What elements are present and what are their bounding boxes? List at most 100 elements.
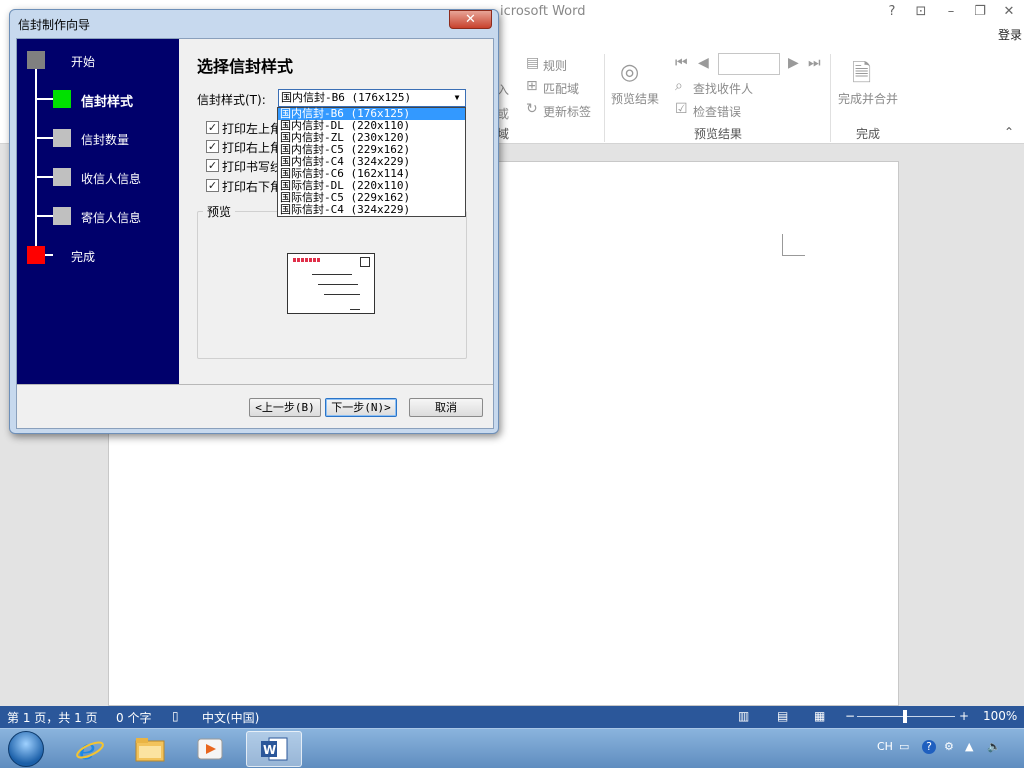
collapse-ribbon-icon[interactable]: ⌃ bbox=[1004, 125, 1014, 139]
step-label-quantity: 信封数量 bbox=[81, 133, 130, 147]
minimize-button[interactable]: – bbox=[940, 3, 962, 21]
previous-record-icon[interactable]: ◀ bbox=[698, 55, 709, 71]
match-fields-button[interactable]: 匹配域 bbox=[543, 80, 579, 97]
step-marker-start bbox=[27, 51, 45, 69]
step-marker-finish bbox=[27, 246, 45, 264]
step-marker-style bbox=[53, 90, 71, 108]
ime-indicator[interactable]: CH bbox=[877, 740, 893, 753]
internet-explorer-icon: e bbox=[76, 734, 104, 764]
envelope-style-dropdown-list: 国内信封-B6 (176x125) 国内信封-DL (220x110) 国内信封… bbox=[277, 107, 466, 217]
language-indicator[interactable]: 中文(中国) bbox=[202, 709, 259, 726]
address-line bbox=[318, 284, 358, 285]
update-labels-button[interactable]: 更新标签 bbox=[543, 103, 591, 120]
step-label-sender: 寄信人信息 bbox=[81, 211, 142, 225]
taskbar-word[interactable]: W bbox=[246, 731, 302, 767]
svg-text:W: W bbox=[263, 743, 276, 757]
settings-icon[interactable]: ⚙ bbox=[944, 740, 954, 753]
print-writing-lines-label[interactable]: 打印书写线 bbox=[222, 158, 282, 175]
print-bottom-right-label[interactable]: 打印右下角 bbox=[222, 178, 282, 195]
page-count[interactable]: 第 1 页，共 1 页 bbox=[7, 709, 98, 726]
ribbon-display-options-button[interactable]: ⊡ bbox=[910, 3, 932, 21]
envelope-style-select[interactable]: 国内信封-B6 (176x125) ▼ bbox=[278, 89, 466, 107]
update-labels-icon: ↻ bbox=[526, 101, 538, 117]
print-layout-icon[interactable]: ▤ bbox=[777, 709, 788, 723]
preview-results-button[interactable]: 预览结果 bbox=[611, 90, 659, 107]
folder-icon bbox=[135, 738, 165, 762]
word-window-title: icrosoft Word bbox=[500, 4, 586, 19]
word-icon: W bbox=[261, 737, 288, 761]
last-record-icon[interactable]: ⏭ bbox=[808, 55, 821, 71]
find-recipient-icon: ⌕ bbox=[675, 78, 683, 94]
envelope-style-value: 国内信封-B6 (176x125) bbox=[281, 91, 412, 104]
volume-icon[interactable]: 🔈 bbox=[987, 740, 1001, 753]
print-top-left-checkbox[interactable]: ✓ bbox=[206, 121, 219, 134]
step-label-recipient: 收信人信息 bbox=[81, 172, 142, 186]
address-line bbox=[312, 274, 352, 275]
step-marker-sender bbox=[53, 207, 71, 225]
zoom-in-button[interactable]: + bbox=[959, 709, 969, 723]
next-record-icon[interactable]: ▶ bbox=[788, 55, 799, 71]
chevron-down-icon[interactable]: ▼ bbox=[449, 90, 465, 106]
step-branch bbox=[36, 176, 53, 178]
dialog-close-button[interactable]: ✕ bbox=[449, 10, 492, 29]
keyboard-icon[interactable]: ▭ bbox=[899, 740, 909, 753]
ribbon-group-preview: 预览结果 bbox=[694, 127, 743, 141]
match-fields-icon: ⊞ bbox=[526, 78, 538, 94]
zoom-level[interactable]: 100% bbox=[983, 709, 1017, 723]
next-button[interactable]: 下一步(N)> bbox=[325, 398, 397, 417]
dialog-separator bbox=[17, 384, 493, 385]
cancel-button[interactable]: 取消 bbox=[409, 398, 483, 417]
dialog-title: 信封制作向导 bbox=[18, 18, 91, 32]
taskbar-explorer[interactable] bbox=[122, 731, 178, 767]
ribbon-separator bbox=[830, 54, 831, 142]
proofing-icon[interactable]: ▯ bbox=[172, 709, 179, 723]
statusbar: 第 1 页，共 1 页 0 个字 ▯ 中文(中国) ▥ ▤ ▦ − + 100% bbox=[0, 706, 1024, 728]
postal-code-boxes bbox=[293, 258, 321, 262]
dropdown-option[interactable]: 国际信封-C4 (324x229) bbox=[278, 204, 465, 216]
start-button[interactable] bbox=[8, 731, 44, 767]
login-link[interactable]: 登录 bbox=[998, 26, 1022, 43]
preview-results-icon: ◎ bbox=[620, 60, 640, 85]
print-writing-lines-checkbox[interactable]: ✓ bbox=[206, 159, 219, 172]
preview-label: 预览 bbox=[203, 203, 236, 220]
check-errors-button[interactable]: 检查错误 bbox=[693, 103, 741, 120]
steps-connector-line bbox=[35, 59, 37, 255]
first-record-icon[interactable]: ⏮ bbox=[675, 55, 688, 71]
web-layout-icon[interactable]: ▦ bbox=[814, 709, 825, 723]
zoom-out-button[interactable]: − bbox=[845, 709, 855, 723]
print-bottom-right-checkbox[interactable]: ✓ bbox=[206, 179, 219, 192]
step-marker-recipient bbox=[53, 168, 71, 186]
close-button[interactable]: ✕ bbox=[998, 3, 1020, 21]
address-line bbox=[350, 309, 360, 310]
taskbar-ie[interactable]: e bbox=[62, 731, 118, 767]
help-button[interactable]: ? bbox=[881, 3, 903, 21]
margin-mark bbox=[782, 234, 805, 256]
read-mode-icon[interactable]: ▥ bbox=[738, 709, 749, 723]
zoom-slider-thumb[interactable] bbox=[903, 710, 907, 723]
maximize-button[interactable]: ❐ bbox=[969, 3, 991, 21]
ribbon-separator bbox=[604, 54, 605, 142]
back-button[interactable]: <上一步(B) bbox=[249, 398, 321, 417]
record-number-input[interactable] bbox=[718, 53, 780, 75]
envelope-style-label: 信封样式(T): bbox=[197, 93, 266, 107]
taskbar: e W CH ▭ ? ⚙ ▲ 🔈 bbox=[0, 728, 1024, 768]
print-top-right-label[interactable]: 打印右上角 bbox=[222, 139, 282, 156]
taskbar-media-player[interactable] bbox=[182, 731, 238, 767]
check-errors-icon: ☑ bbox=[675, 101, 688, 117]
media-player-icon bbox=[197, 738, 223, 760]
step-branch bbox=[36, 98, 53, 100]
show-hidden-icons-icon[interactable]: ▲ bbox=[965, 740, 973, 753]
ribbon-group-finish: 完成 bbox=[856, 127, 881, 141]
steps-panel: 开始 信封样式 信封数量 收信人信息 寄信人信息 完成 bbox=[17, 39, 179, 384]
rules-button[interactable]: 规则 bbox=[543, 57, 567, 74]
help-icon[interactable]: ? bbox=[922, 740, 936, 754]
stamp-box bbox=[360, 257, 370, 267]
word-count[interactable]: 0 个字 bbox=[116, 709, 151, 726]
print-top-right-checkbox[interactable]: ✓ bbox=[206, 140, 219, 153]
step-branch bbox=[36, 215, 53, 217]
print-top-left-label[interactable]: 打印左上角 bbox=[222, 120, 282, 137]
find-recipient-button[interactable]: 查找收件人 bbox=[693, 80, 753, 97]
finish-merge-button[interactable]: 完成并合并 bbox=[838, 90, 898, 107]
address-line bbox=[324, 294, 360, 295]
envelope-preview bbox=[287, 253, 375, 314]
